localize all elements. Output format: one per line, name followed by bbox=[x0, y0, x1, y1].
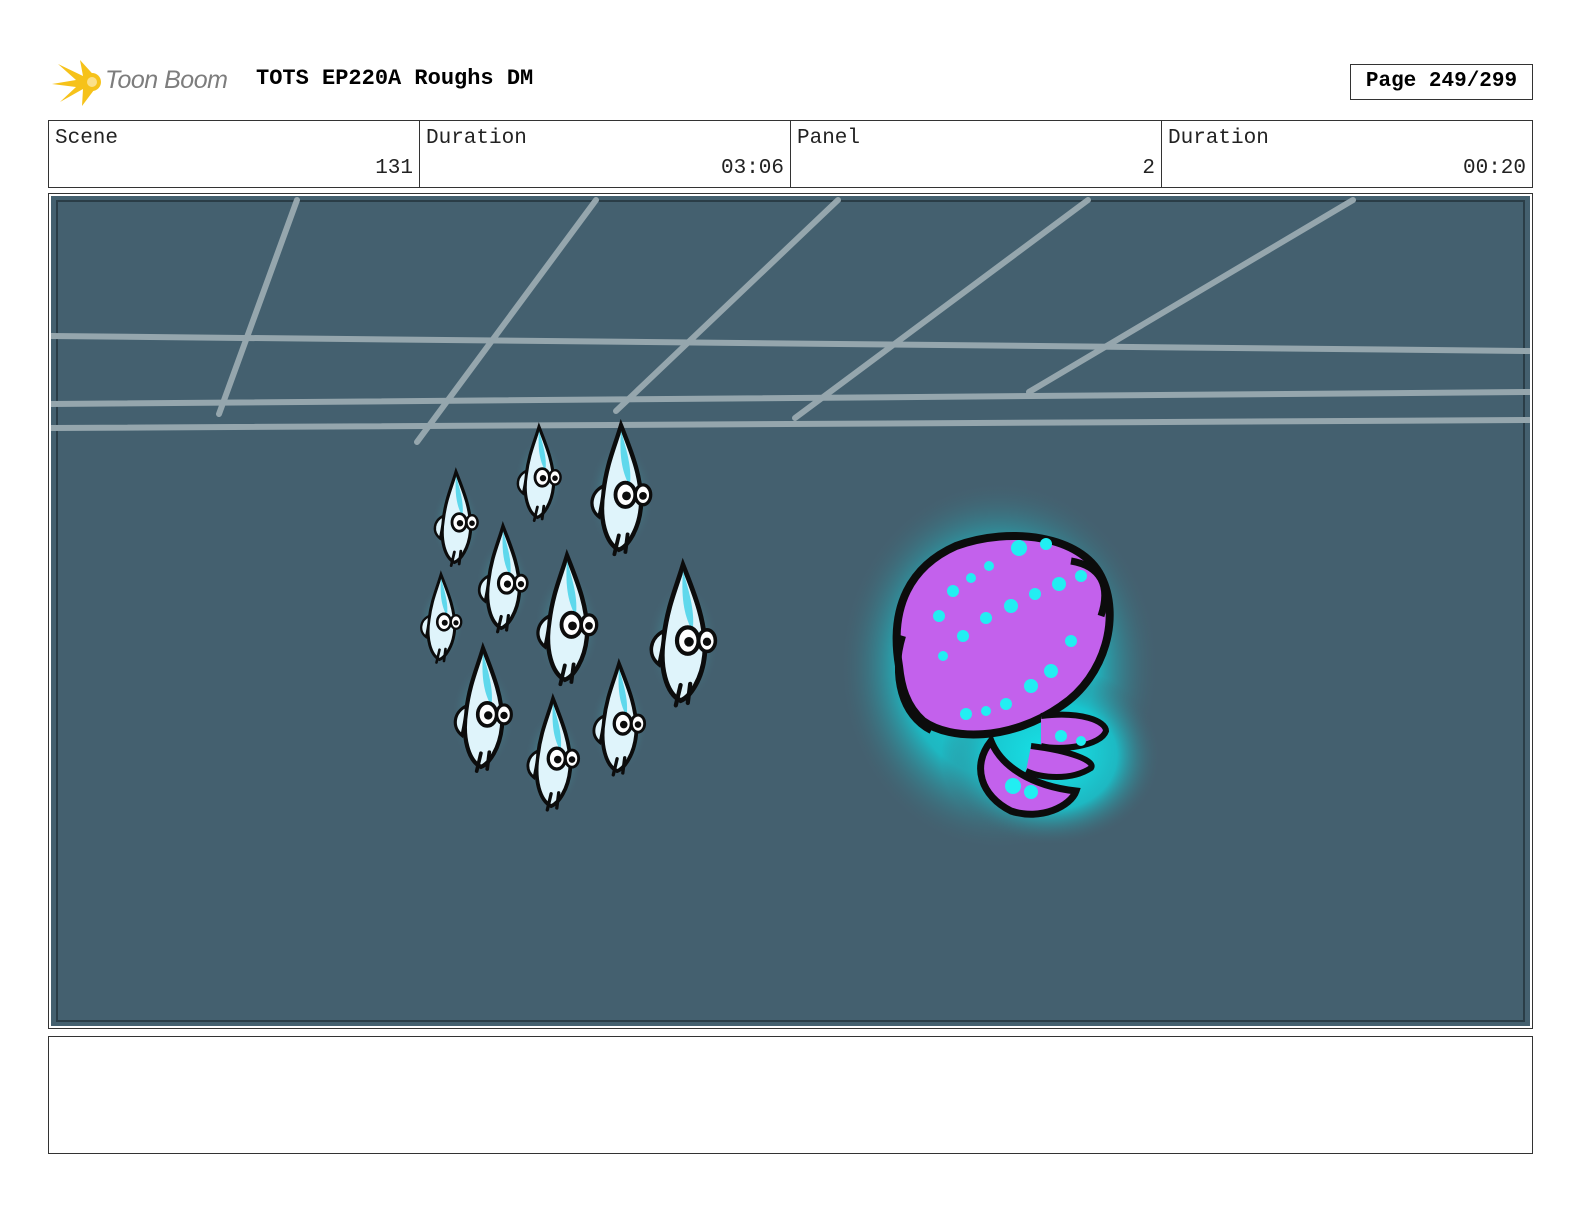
brand-name: Toon Boom bbox=[105, 66, 228, 94]
panel-cell: Panel 2 bbox=[791, 121, 1162, 187]
scene-cell: Scene 131 bbox=[49, 121, 420, 187]
panel-label: Panel bbox=[797, 127, 861, 150]
panel-background bbox=[51, 196, 1530, 1026]
scene-value: 131 bbox=[375, 157, 413, 180]
scene-duration-value: 03:06 bbox=[720, 157, 784, 180]
scene-duration-label: Duration bbox=[426, 127, 527, 150]
panel-duration-value: 00:20 bbox=[1462, 157, 1526, 180]
toon-boom-logo: Toon Boom bbox=[50, 56, 240, 108]
scene-label: Scene bbox=[55, 127, 119, 150]
glowing-creature bbox=[839, 481, 1161, 851]
panel-duration-label: Duration bbox=[1168, 127, 1269, 150]
panel-notes bbox=[48, 1036, 1533, 1154]
scene-info-bar: Scene 131 Duration 03:06 Panel 2 Duratio… bbox=[48, 120, 1533, 188]
scene-duration-cell: Duration 03:06 bbox=[420, 121, 791, 187]
page-indicator: Page 249/299 bbox=[1350, 64, 1533, 100]
panel-duration-cell: Duration 00:20 bbox=[1162, 121, 1532, 187]
panel-value: 2 bbox=[1142, 157, 1155, 180]
panel-artwork bbox=[51, 196, 1530, 1026]
starburst-icon bbox=[52, 60, 101, 106]
document-title: TOTS EP220A Roughs DM bbox=[256, 66, 534, 91]
storyboard-panel bbox=[48, 193, 1533, 1029]
